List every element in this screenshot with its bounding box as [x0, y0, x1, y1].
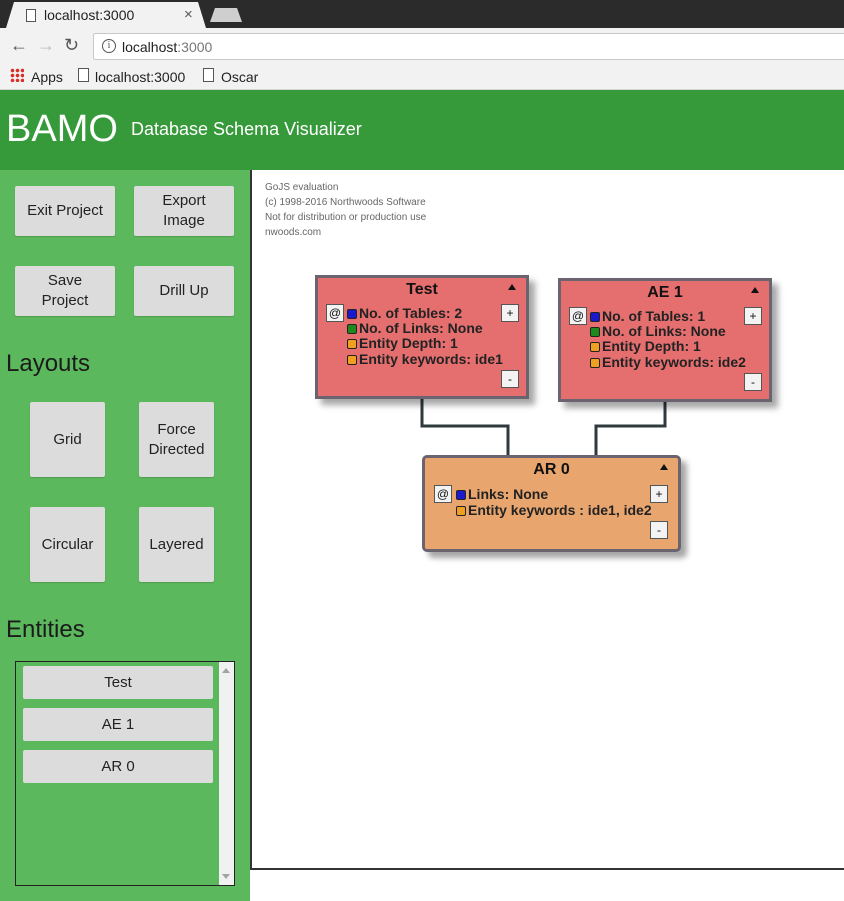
page-icon [78, 68, 89, 82]
collapse-arrow-icon[interactable] [751, 287, 759, 293]
node-title: Test [406, 281, 438, 298]
url-host: localhost [122, 39, 178, 55]
shrink-button[interactable]: - [744, 373, 762, 391]
entity-node-test[interactable]: Test @ + - No. of Tables: 2 No. of Links… [315, 275, 529, 399]
expand-button[interactable]: + [744, 307, 762, 325]
layout-layered-button[interactable]: Layered [139, 507, 214, 582]
layout-circular-button[interactable]: Circular [30, 507, 105, 582]
diagram-canvas[interactable]: GoJS evaluation (c) 1998-2016 Northwoods… [250, 170, 844, 870]
back-arrow-icon[interactable]: ← [10, 36, 28, 54]
cube-icon [590, 327, 600, 337]
node-row: No. of Tables: 1 [590, 308, 705, 324]
link-test-ar0[interactable] [420, 398, 510, 455]
scroll-up-arrow-icon[interactable] [222, 668, 230, 673]
expand-button[interactable]: + [501, 304, 519, 322]
node-row-text: Entity keywords: ide1 [359, 351, 503, 367]
new-tab-button[interactable] [210, 8, 242, 22]
app-subtitle: Database Schema Visualizer [131, 119, 362, 139]
node-row: Links: None [456, 486, 548, 502]
export-image-button[interactable]: Export Image [134, 186, 234, 236]
node-title: AE 1 [647, 284, 683, 301]
exit-project-button[interactable]: Exit Project [15, 186, 115, 236]
layouts-heading: Layouts [6, 350, 91, 377]
drill-up-button[interactable]: Drill Up [134, 266, 234, 316]
node-title: AR 0 [533, 461, 570, 478]
browser-tabstrip: localhost:3000 × [0, 0, 844, 28]
cube-icon [347, 355, 357, 365]
bookmarks-bar: Apps localhost:3000 Oscar [0, 64, 844, 90]
page-icon [203, 68, 214, 82]
collapse-arrow-icon[interactable] [660, 464, 668, 470]
expand-button[interactable]: + [650, 485, 668, 503]
node-row-text: No. of Links: None [602, 323, 726, 339]
reload-icon[interactable]: ↻ [64, 36, 79, 54]
brand-logo: BAMO [6, 108, 118, 150]
sidebar: Exit Project Export Image Save Project D… [0, 170, 250, 901]
cube-icon [456, 490, 466, 500]
entity-item-ae1[interactable]: AE 1 [23, 708, 213, 741]
node-row: Entity keywords : ide1, ide2 [456, 502, 652, 518]
entity-item-test[interactable]: Test [23, 666, 213, 699]
link-ae1-ar0[interactable] [594, 401, 667, 455]
page-icon [26, 9, 36, 22]
cube-icon [590, 358, 600, 368]
node-row: Entity keywords: ide1 [347, 351, 503, 367]
cube-icon [347, 309, 357, 319]
node-row: No. of Links: None [590, 323, 726, 339]
bookmark-localhost[interactable]: localhost:3000 [95, 67, 185, 87]
node-row-text: Entity keywords : ide1, ide2 [468, 502, 652, 518]
at-button[interactable]: @ [326, 304, 344, 322]
app-header: BAMO Database Schema Visualizer [0, 90, 844, 170]
shrink-button[interactable]: - [650, 521, 668, 539]
node-row: No. of Links: None [347, 320, 483, 336]
info-icon[interactable]: i [102, 39, 116, 53]
node-row-text: No. of Links: None [359, 320, 483, 336]
cube-icon [347, 339, 357, 349]
scrollbar[interactable] [219, 662, 234, 885]
at-button[interactable]: @ [434, 485, 452, 503]
scroll-down-arrow-icon[interactable] [222, 874, 230, 879]
node-row-text: No. of Tables: 2 [359, 305, 463, 321]
url-text: localhost:3000 [122, 39, 212, 55]
node-row-text: Entity Depth: 1 [602, 338, 701, 354]
node-row-text: Entity Depth: 1 [359, 335, 458, 351]
entities-list[interactable]: Test AE 1 AR 0 [15, 661, 235, 886]
shrink-button[interactable]: - [501, 370, 519, 388]
apps-grid-icon [10, 68, 24, 82]
url-port: :3000 [177, 39, 213, 55]
browser-toolbar: ← → ↻ i localhost:3000 [0, 28, 844, 64]
collapse-arrow-icon[interactable] [508, 284, 516, 290]
address-bar[interactable]: i localhost:3000 [93, 33, 844, 60]
bookmark-apps[interactable]: Apps [31, 67, 63, 87]
entities-heading: Entities [6, 616, 85, 643]
layout-grid-button[interactable]: Grid [30, 402, 105, 477]
tab-title: localhost:3000 [44, 7, 135, 23]
at-button[interactable]: @ [569, 307, 587, 325]
bookmark-oscar[interactable]: Oscar [221, 67, 258, 87]
save-project-button[interactable]: Save Project [15, 266, 115, 316]
close-tab-icon[interactable]: × [184, 6, 193, 23]
node-row-text: Entity keywords: ide2 [602, 354, 746, 370]
node-row: No. of Tables: 2 [347, 305, 462, 321]
node-row-text: Links: None [468, 486, 549, 502]
entity-node-ae1[interactable]: AE 1 @ + - No. of Tables: 1 No. of Links… [558, 278, 772, 402]
entity-node-ar0[interactable]: AR 0 @ + - Links: None Entity keywords :… [422, 455, 681, 552]
canvas-footer [250, 870, 844, 901]
cube-icon [456, 506, 466, 516]
browser-tab[interactable]: localhost:3000 × [6, 2, 206, 28]
entity-item-ar0[interactable]: AR 0 [23, 750, 213, 783]
node-row: Entity Depth: 1 [347, 335, 458, 351]
cube-icon [590, 312, 600, 322]
cube-icon [590, 342, 600, 352]
forward-arrow-icon[interactable]: → [37, 36, 55, 54]
layout-force-directed-button[interactable]: Force Directed [139, 402, 214, 477]
cube-icon [347, 324, 357, 334]
node-row: Entity Depth: 1 [590, 338, 701, 354]
node-row: Entity keywords: ide2 [590, 354, 746, 370]
node-row-text: No. of Tables: 1 [602, 308, 706, 324]
